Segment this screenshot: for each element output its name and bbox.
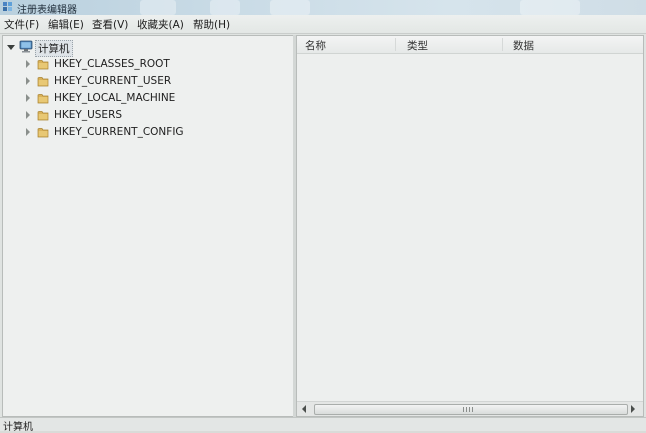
grip-icon [463,407,475,412]
computer-icon [19,40,33,53]
tree-item-label: HKEY_CLASSES_ROOT [54,58,170,70]
expand-arrow-icon[interactable] [26,77,30,85]
menu-help[interactable]: 帮助(H) [193,17,230,32]
folder-icon [37,94,49,104]
title-glass-reflection [210,0,240,15]
folder-icon [37,128,49,138]
registry-editor-window: 注册表编辑器 文件(F) 编辑(E) 查看(V) 收藏夹(A) 帮助(H) 计算… [0,0,646,433]
folder-icon [37,111,49,121]
list-header: 名称 类型 数据 [297,36,643,54]
tree-item-hkey-local-machine[interactable]: HKEY_LOCAL_MACHINE [3,90,293,107]
expand-arrow-icon[interactable] [26,60,30,68]
folder-icon [37,77,49,87]
menu-favorites[interactable]: 收藏夹(A) [137,17,184,32]
tree-item-label: HKEY_LOCAL_MACHINE [54,92,176,104]
column-header-type[interactable]: 类型 [407,38,428,53]
expand-arrow-icon[interactable] [26,94,30,102]
menu-bar: 文件(F) 编辑(E) 查看(V) 收藏夹(A) 帮助(H) [0,15,646,34]
title-glass-reflection [270,0,310,15]
tree-item-hkey-users[interactable]: HKEY_USERS [3,107,293,124]
horizontal-scrollbar[interactable] [297,401,643,416]
tree-item-computer[interactable]: 计算机 [3,39,293,57]
tree-item-hkey-classes-root[interactable]: HKEY_CLASSES_ROOT [3,56,293,73]
expand-arrow-icon[interactable] [26,128,30,136]
tree-item-label: HKEY_CURRENT_CONFIG [54,126,184,138]
column-header-name[interactable]: 名称 [305,38,326,53]
tree-item-label: 计算机 [35,40,73,57]
window-title: 注册表编辑器 [17,5,77,15]
column-divider[interactable] [502,38,503,51]
scroll-left-icon[interactable] [302,405,306,413]
tree-item-hkey-current-user[interactable]: HKEY_CURRENT_USER [3,73,293,90]
status-bar: 计算机 [0,417,646,433]
scrollbar-thumb[interactable] [314,404,628,415]
title-glass-reflection [520,0,580,15]
menu-edit[interactable]: 编辑(E) [48,17,84,32]
tree-item-hkey-current-config[interactable]: HKEY_CURRENT_CONFIG [3,124,293,141]
title-glass-reflection [140,0,176,15]
menu-view[interactable]: 查看(V) [92,17,128,32]
scroll-right-icon[interactable] [631,405,635,413]
tree-item-label: HKEY_USERS [54,109,123,121]
expand-arrow-icon[interactable] [26,111,30,119]
key-tree-pane[interactable]: 计算机 HKEY_CLASSES_ROOT HKEY_CURRENT_USER [2,35,294,417]
column-header-data[interactable]: 数据 [513,38,534,53]
expand-arrow-icon[interactable] [7,45,15,50]
title-bar[interactable]: 注册表编辑器 [0,0,646,15]
tree-item-label: HKEY_CURRENT_USER [54,75,172,87]
menu-file[interactable]: 文件(F) [4,17,39,32]
status-path: 计算机 [3,422,33,433]
registry-editor-app-icon [3,2,12,11]
folder-icon [37,60,49,70]
column-divider[interactable] [395,38,396,51]
values-list-pane[interactable]: 名称 类型 数据 [296,35,644,417]
